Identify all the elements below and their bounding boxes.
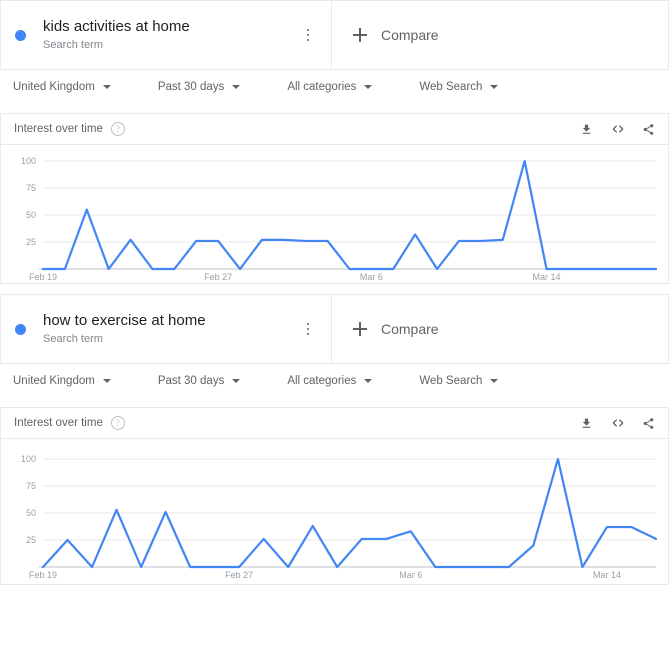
x-axis-tick-label: Feb 19 — [29, 570, 57, 580]
interest-over-time-card-2: Interest over time ? 25 50 75 100 Feb 19 Feb … — [0, 407, 669, 585]
y-axis-tick-label: 75 — [26, 183, 36, 193]
plus-icon — [353, 322, 367, 336]
chevron-down-icon — [364, 378, 373, 383]
chart-container-2[interactable]: 25 50 75 100 Feb 19 Feb 27 Mar 6 Mar 14 — [1, 439, 668, 584]
search-term-title: kids activities at home — [43, 17, 190, 35]
x-axis-tick-label: Mar 6 — [399, 570, 422, 580]
filter-time-range[interactable]: Past 30 days — [157, 374, 241, 387]
y-axis-tick-label: 50 — [26, 210, 36, 220]
help-icon[interactable]: ? — [110, 416, 125, 430]
search-term-subtitle: Search term — [43, 38, 103, 51]
filter-time-range-label: Past 30 days — [157, 374, 225, 387]
search-term-card-2: how to exercise at home Search term Comp… — [0, 294, 669, 364]
y-axis-tick-label: 25 — [26, 535, 36, 545]
x-axis-tick-label: Mar 14 — [593, 570, 621, 580]
y-axis-tick-label: 25 — [26, 237, 36, 247]
filter-location-label: United Kingdom — [13, 80, 95, 93]
more-options-icon[interactable] — [299, 24, 317, 46]
share-icon[interactable] — [641, 416, 656, 431]
filter-location[interactable]: United Kingdom — [13, 81, 111, 93]
filter-time-range[interactable]: Past 30 days — [157, 80, 241, 93]
filter-search-type[interactable]: Web Search — [419, 80, 499, 93]
filter-location-label: United Kingdom — [13, 374, 95, 387]
y-axis-tick-label: 100 — [21, 156, 36, 166]
interest-over-time-title: Interest over time — [14, 417, 103, 429]
google-trends-page: kids activities at home Search term Comp… — [0, 0, 669, 659]
chevron-down-icon — [102, 84, 111, 89]
x-axis-tick-label: Mar 14 — [533, 272, 561, 282]
series-color-dot-icon — [15, 29, 26, 41]
compare-label: Compare — [381, 321, 439, 337]
filter-time-range-label: Past 30 days — [157, 80, 225, 93]
interest-over-time-card-1: Interest over time ? 25 50 75 100 Feb 19 Feb … — [0, 113, 669, 284]
panel-gap — [0, 284, 669, 294]
x-axis-tick-label: Feb 19 — [29, 272, 57, 282]
filter-category[interactable]: All categories — [287, 80, 373, 93]
y-axis-tick-label: 50 — [26, 508, 36, 518]
help-icon[interactable]: ? — [110, 122, 125, 136]
search-term-info-1: kids activities at home Search term — [1, 1, 332, 69]
compare-label: Compare — [381, 27, 439, 43]
series-color-dot-icon — [15, 323, 26, 335]
interest-over-time-header-2: Interest over time ? — [1, 408, 668, 438]
filter-category[interactable]: All categories — [287, 374, 373, 387]
x-axis-tick-label: Feb 27 — [225, 570, 253, 580]
interest-over-time-chart-1[interactable]: 25 50 75 100 Feb 19 Feb 27 Mar 6 Mar 14 — [1, 145, 668, 283]
y-axis-tick-label: 75 — [26, 481, 36, 491]
chevron-down-icon — [102, 378, 111, 383]
chevron-down-icon — [490, 84, 499, 89]
download-icon[interactable] — [579, 416, 594, 431]
chevron-down-icon — [490, 378, 499, 383]
filter-search-type-label: Web Search — [419, 374, 483, 387]
embed-icon[interactable] — [610, 122, 625, 137]
filter-location[interactable]: United Kingdom — [13, 375, 111, 387]
filter-bar-1: United Kingdom Past 30 days All categori… — [0, 70, 669, 103]
filter-category-label: All categories — [287, 374, 357, 387]
download-icon[interactable] — [579, 122, 594, 137]
chevron-down-icon — [232, 84, 241, 89]
share-icon[interactable] — [641, 122, 656, 137]
filter-search-type[interactable]: Web Search — [419, 374, 499, 387]
search-term-card-1: kids activities at home Search term Comp… — [0, 0, 669, 70]
plus-icon — [353, 28, 367, 42]
search-term-subtitle: Search term — [43, 332, 103, 345]
compare-button[interactable]: Compare — [332, 1, 668, 69]
interest-over-time-header-1: Interest over time ? — [1, 114, 668, 144]
y-axis-tick-label: 100 — [21, 454, 36, 464]
interest-over-time-title: Interest over time — [14, 123, 103, 135]
filter-category-label: All categories — [287, 80, 357, 93]
chevron-down-icon — [232, 378, 241, 383]
chevron-down-icon — [364, 84, 373, 89]
search-term-info-2: how to exercise at home Search term — [1, 295, 332, 363]
x-axis-tick-label: Feb 27 — [204, 272, 232, 282]
interest-over-time-chart-2[interactable]: 25 50 75 100 Feb 19 Feb 27 Mar 6 Mar 14 — [1, 439, 668, 584]
search-term-title: how to exercise at home — [43, 311, 206, 329]
chart-container-1[interactable]: 25 50 75 100 Feb 19 Feb 27 Mar 6 Mar 14 — [1, 145, 668, 283]
filter-search-type-label: Web Search — [419, 80, 483, 93]
embed-icon[interactable] — [610, 416, 625, 431]
filter-bar-2: United Kingdom Past 30 days All categori… — [0, 364, 669, 397]
compare-button[interactable]: Compare — [332, 295, 668, 363]
more-options-icon[interactable] — [299, 318, 317, 340]
x-axis-tick-label: Mar 6 — [360, 272, 383, 282]
